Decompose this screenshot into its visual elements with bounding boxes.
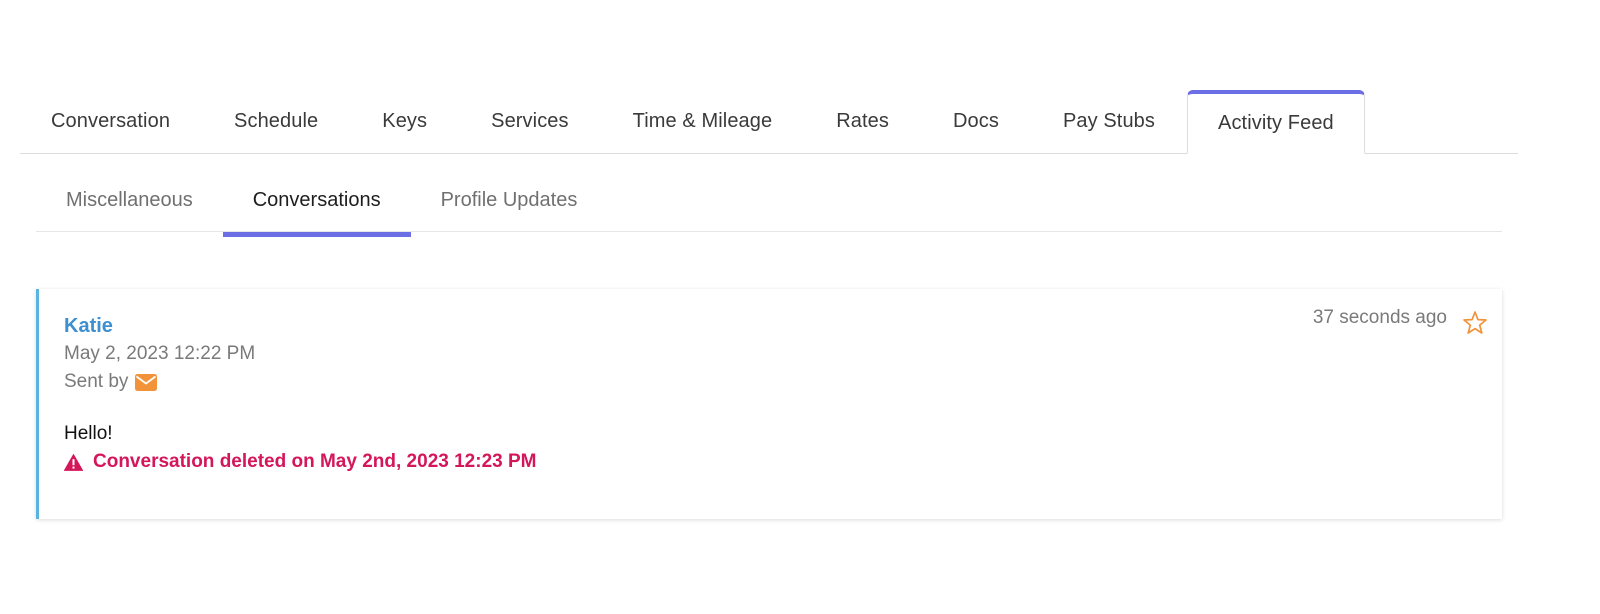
tab-label: Services (491, 110, 569, 132)
tab-time-mileage[interactable]: Time & Mileage (601, 90, 805, 153)
subtab-profile-updates[interactable]: Profile Updates (411, 170, 608, 231)
activity-feed-page: Conversation Schedule Keys Services Time… (0, 0, 1600, 614)
message-text: Hello! (64, 423, 113, 444)
tab-label: Time & Mileage (632, 110, 773, 132)
tab-label: Pay Stubs (1062, 110, 1155, 132)
star-outline-icon[interactable] (1462, 310, 1488, 336)
item-date: May 2, 2023 12:22 PM (64, 343, 256, 364)
warning-triangle-icon (64, 453, 83, 471)
tab-pay-stubs[interactable]: Pay Stubs (1031, 90, 1187, 153)
tab-label: Keys (382, 110, 428, 132)
relative-timestamp: 37 seconds ago (1312, 307, 1447, 328)
tab-label: Docs (952, 110, 999, 132)
tab-label: Schedule (234, 110, 319, 132)
subtab-label: Profile Updates (440, 189, 578, 211)
tab-label: Conversation (51, 110, 171, 132)
tab-rates[interactable]: Rates (804, 90, 921, 153)
tab-services[interactable]: Services (459, 90, 601, 153)
envelope-icon (135, 373, 158, 391)
tab-label: Activity Feed (1218, 112, 1334, 134)
sub-tab-bar: Miscellaneous Conversations Profile Upda… (36, 170, 1502, 237)
tab-label: Rates (836, 110, 889, 132)
subtab-conversations[interactable]: Conversations (222, 170, 411, 237)
deleted-notice: Conversation deleted on May 2nd, 2023 12… (64, 451, 536, 473)
deleted-notice-text: Conversation deleted on May 2nd, 2023 12… (93, 451, 537, 472)
tab-docs[interactable]: Docs (921, 90, 1031, 153)
tab-activity-feed[interactable]: Activity Feed (1187, 90, 1365, 154)
subtab-miscellaneous[interactable]: Miscellaneous (36, 170, 223, 231)
sent-by-row: Sent by (64, 371, 158, 393)
subtab-label: Miscellaneous (66, 189, 193, 211)
sent-by-label: Sent by (64, 371, 129, 392)
activity-feed-card: Katie May 2, 2023 12:22 PM Sent by Hello… (36, 289, 1502, 519)
tab-keys[interactable]: Keys (350, 90, 459, 153)
author-link[interactable]: Katie (64, 315, 113, 338)
subtab-label: Conversations (252, 189, 381, 211)
main-tab-bar: Conversation Schedule Keys Services Time… (20, 90, 1518, 154)
tab-conversation[interactable]: Conversation (20, 90, 202, 153)
tab-schedule[interactable]: Schedule (202, 90, 350, 153)
